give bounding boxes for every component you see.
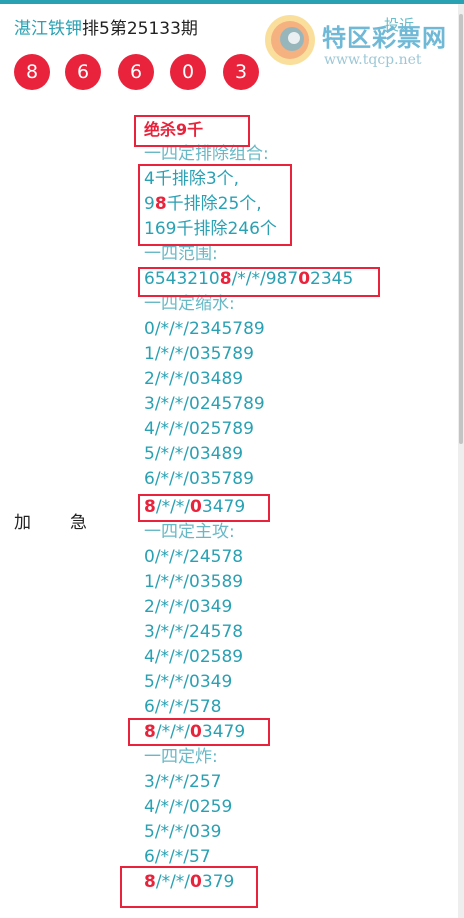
attack-line: 1/*/*/03589: [144, 572, 244, 592]
highlight-box: [134, 115, 250, 147]
logo-text: 特区彩票网: [322, 24, 447, 52]
bomb-line: 3/*/*/257: [144, 772, 222, 792]
section-heading: 一四定炸:: [144, 747, 218, 767]
section-heading: 一四定主攻:: [144, 522, 235, 542]
highlight-box: [138, 267, 380, 297]
result-ball: 3: [223, 54, 259, 90]
bomb-line: 5/*/*/039: [144, 822, 222, 842]
attack-line: 2/*/*/0349: [144, 597, 233, 617]
attack-line: 3/*/*/24578: [144, 622, 244, 642]
site-logo[interactable]: 特区彩票网 www.tqcp.net: [262, 12, 458, 76]
result-ball: 0: [170, 54, 206, 90]
side-label: 加: [14, 513, 31, 533]
scrollbar[interactable]: [458, 4, 464, 918]
highlight-box: [138, 494, 270, 522]
attack-line: 0/*/*/24578: [144, 547, 244, 567]
shrink-line: 3/*/*/0245789: [144, 394, 265, 414]
logo-url: www.tqcp.net: [324, 52, 422, 68]
side-label: 急: [70, 513, 87, 533]
title-issue: 排5第25133期: [82, 19, 198, 39]
shrink-line: 5/*/*/03489: [144, 444, 244, 464]
result-ball: 6: [65, 54, 101, 90]
shrink-line: 6/*/*/035789: [144, 469, 254, 489]
shrink-line: 2/*/*/03489: [144, 369, 244, 389]
attack-line: 5/*/*/0349: [144, 672, 233, 692]
bomb-line: 4/*/*/0259: [144, 797, 233, 817]
page-title: 湛江铁钾排5第25133期: [14, 14, 198, 39]
attack-line: 6/*/*/578: [144, 697, 222, 717]
shrink-line: 1/*/*/035789: [144, 344, 254, 364]
attack-line: 4/*/*/02589: [144, 647, 244, 667]
highlight-box: [138, 164, 292, 246]
result-ball: 6: [118, 54, 154, 90]
result-ball: 8: [14, 54, 50, 90]
shrink-line: 0/*/*/2345789: [144, 319, 265, 339]
logo-swirl-icon: [265, 15, 315, 65]
highlight-box: [128, 718, 270, 746]
highlight-box: [120, 866, 258, 908]
scrollbar-thumb[interactable]: [459, 14, 463, 444]
title-link[interactable]: 湛江铁钾: [14, 19, 82, 39]
header: 湛江铁钾排5第25133期 8 6 6 0 3 投近 特区彩票网 www.tqc…: [0, 4, 458, 102]
shrink-line: 4/*/*/025789: [144, 419, 254, 439]
